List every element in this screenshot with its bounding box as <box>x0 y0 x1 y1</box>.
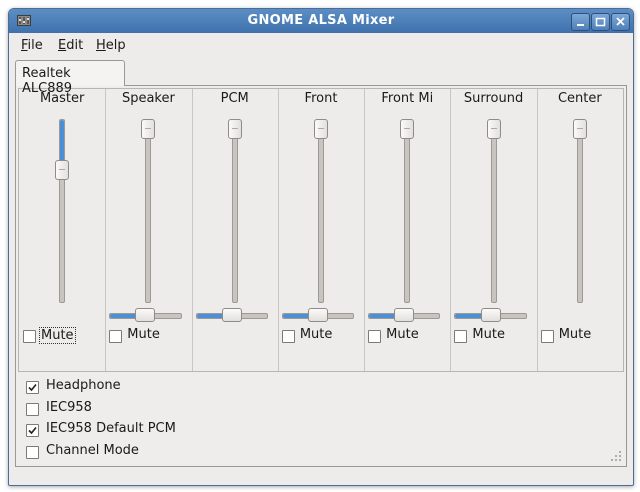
balance-slider-handle[interactable] <box>394 308 415 322</box>
tab-panel: Master Mute Speaker Mute PCM Front Mute Front M… <box>15 85 627 467</box>
mute-checkbox[interactable] <box>109 330 123 343</box>
mute-label[interactable]: Mute <box>472 327 505 342</box>
mixer-window: GNOME ALSA Mixer File Edit Help Realtek … <box>8 8 634 486</box>
channel-front-mi: Front Mi Mute <box>364 89 452 371</box>
mute-checkbox[interactable] <box>23 330 36 343</box>
option-iec958[interactable]: IEC958 <box>26 400 326 418</box>
maximize-button[interactable] <box>591 13 610 31</box>
volume-slider-track[interactable] <box>231 119 238 303</box>
volume-slider-track[interactable] <box>317 119 324 303</box>
channel-surround: Surround Mute <box>450 89 538 371</box>
mute-checkbox[interactable] <box>540 330 554 343</box>
mute-label[interactable]: Mute <box>386 327 419 342</box>
volume-slider-track[interactable] <box>59 119 66 303</box>
option-iec958-default-pcm[interactable]: IEC958 Default PCM <box>26 421 326 439</box>
channel-name: PCM <box>220 91 249 106</box>
channel-name: Surround <box>463 91 524 106</box>
option-label: IEC958 <box>46 399 92 415</box>
option-checkbox[interactable] <box>26 445 39 459</box>
option-checkbox[interactable] <box>26 402 39 416</box>
menu-help[interactable]: Help <box>96 38 126 53</box>
channel-center: Center Mute <box>537 89 623 371</box>
volume-slider-handle[interactable] <box>141 119 156 139</box>
volume-slider-handle[interactable] <box>313 119 328 139</box>
tab-label: Realtek ALC889 <box>22 66 73 96</box>
balance-slider-handle[interactable] <box>135 308 156 322</box>
balance-slider-handle[interactable] <box>480 308 501 322</box>
close-icon <box>616 17 625 26</box>
channel-speaker: Speaker Mute <box>105 89 193 371</box>
channel-name: Center <box>557 91 602 106</box>
option-channel-mode[interactable]: Channel Mode <box>26 443 326 461</box>
menu-bar: File Edit Help <box>9 34 633 56</box>
balance-slider-handle[interactable] <box>221 308 242 322</box>
channel-master: Master Mute <box>19 89 107 371</box>
volume-slider-track[interactable] <box>576 119 583 303</box>
option-headphone[interactable]: Headphone <box>26 378 326 396</box>
menu-edit[interactable]: Edit <box>58 38 83 53</box>
volume-slider-track[interactable] <box>145 119 152 303</box>
option-checkbox[interactable] <box>26 424 39 437</box>
mute-checkbox[interactable] <box>454 330 468 343</box>
window-title: GNOME ALSA Mixer <box>247 13 395 28</box>
mute-checkbox[interactable] <box>281 330 295 343</box>
volume-slider-handle[interactable] <box>400 119 415 139</box>
resize-grip-icon[interactable] <box>610 450 622 462</box>
minimize-button[interactable] <box>571 13 590 31</box>
maximize-icon <box>595 17 606 27</box>
volume-slider-handle[interactable] <box>55 160 70 180</box>
volume-slider-handle[interactable] <box>227 119 242 139</box>
channel-strip-area: Master Mute Speaker Mute PCM Front Mute Front M… <box>18 88 624 372</box>
channel-pcm: PCM <box>192 89 279 371</box>
channel-name: Front Mi <box>381 91 434 106</box>
channel-name: Front <box>304 91 338 106</box>
minimize-icon <box>577 24 584 26</box>
mute-label[interactable]: Mute <box>300 327 333 342</box>
close-button[interactable] <box>611 13 630 31</box>
menu-file[interactable]: File <box>21 38 43 53</box>
option-label: IEC958 Default PCM <box>46 421 176 436</box>
balance-slider-handle[interactable] <box>307 308 328 322</box>
option-label: Headphone <box>46 378 121 393</box>
channel-front: Front Mute <box>278 89 366 371</box>
title-bar[interactable]: GNOME ALSA Mixer <box>9 9 633 33</box>
mute-label[interactable]: Mute <box>559 327 592 342</box>
option-label: Channel Mode <box>46 442 139 458</box>
volume-slider-handle[interactable] <box>486 119 501 139</box>
volume-slider-track[interactable] <box>404 119 411 303</box>
mute-label[interactable]: Mute <box>127 327 160 342</box>
mute-checkbox[interactable] <box>368 330 382 343</box>
option-checkbox[interactable] <box>26 381 39 394</box>
volume-slider-track[interactable] <box>490 119 497 303</box>
tab-realtek[interactable]: Realtek ALC889 <box>15 60 125 96</box>
mute-label[interactable]: Mute <box>39 327 76 344</box>
volume-slider-handle[interactable] <box>572 119 587 139</box>
